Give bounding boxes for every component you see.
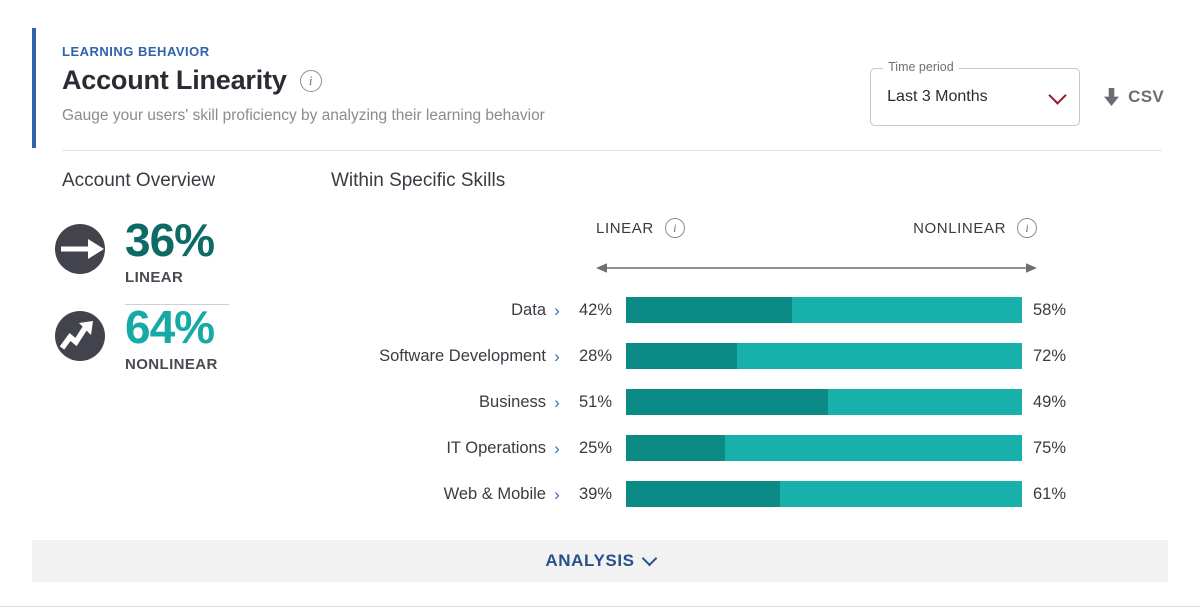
chart-bar-segment-nonlinear: [780, 481, 1022, 507]
chevron-right-icon[interactable]: ›: [546, 394, 568, 411]
chart-row[interactable]: Business › 51% 49%: [331, 383, 1121, 421]
csv-label: CSV: [1128, 87, 1164, 106]
chevron-right-icon[interactable]: ›: [546, 486, 568, 503]
chart-row-linear-value: 39%: [578, 484, 612, 503]
chart-bar-segment-linear: [626, 343, 737, 369]
chart-row[interactable]: IT Operations › 25% 75%: [331, 429, 1121, 467]
left-accent-bar: [32, 28, 36, 148]
account-overview: 36% LINEAR 64% NONLINEAR: [55, 214, 295, 374]
chart-bar-segment-nonlinear: [736, 343, 1022, 369]
axis-right-end: NONLINEAR i: [913, 218, 1037, 238]
chart-row-bar: [626, 343, 1022, 369]
straight-arrow-icon: [55, 222, 109, 276]
account-linearity-panel: LEARNING BEHAVIOR Account Linearity i Ga…: [0, 0, 1200, 615]
chart-row-nonlinear-value: 49%: [1033, 392, 1067, 411]
time-period-select[interactable]: Time period Last 3 Months: [870, 60, 1081, 126]
axis-left-end: LINEAR i: [596, 218, 685, 238]
time-period-legend: Time period: [883, 60, 959, 74]
analysis-label: ANALYSIS: [545, 551, 635, 570]
skills-linearity-chart: LINEAR i NONLINEAR i Data › 42% 58% Software…: [331, 218, 1121, 521]
chart-row-linear-value: 51%: [578, 392, 612, 411]
axis-left-label: LINEAR: [596, 219, 654, 237]
chart-bar-segment-nonlinear: [827, 389, 1022, 415]
chart-row-label: Web & Mobile: [443, 484, 546, 503]
chevron-down-icon: [641, 550, 657, 567]
chart-row[interactable]: Web & Mobile › 39% 61%: [331, 475, 1121, 513]
chart-row-linear-value: 42%: [578, 300, 612, 319]
chevron-right-icon[interactable]: ›: [546, 440, 568, 457]
stat-nonlinear: 64% NONLINEAR: [55, 301, 295, 374]
axis-right-label: NONLINEAR: [913, 219, 1006, 237]
chart-row-nonlinear-value: 61%: [1033, 484, 1067, 503]
eyebrow-label: LEARNING BEHAVIOR: [62, 44, 210, 59]
chart-row[interactable]: Data › 42% 58%: [331, 291, 1121, 329]
chart-row-label: Software Development: [379, 346, 546, 365]
chart-row-linear-value: 28%: [578, 346, 612, 365]
bottom-divider: [0, 606, 1200, 607]
chevron-right-icon[interactable]: ›: [546, 302, 568, 319]
chart-row-label: IT Operations: [446, 438, 546, 457]
axis-header: LINEAR i NONLINEAR i: [596, 218, 1037, 248]
chart-bar-segment-linear: [626, 297, 793, 323]
time-period-select-box[interactable]: Last 3 Months: [870, 68, 1081, 126]
stat-nonlinear-body: 64% NONLINEAR: [125, 301, 218, 374]
chart-bar-segment-linear: [626, 435, 725, 461]
chart-row-bar: [626, 481, 1022, 507]
chart-row-nonlinear-value: 75%: [1033, 438, 1067, 457]
stat-linear-label: LINEAR: [125, 269, 184, 287]
info-icon[interactable]: i: [1017, 218, 1037, 238]
chart-bar-segment-nonlinear: [792, 297, 1022, 323]
double-headed-arrow-icon: [596, 261, 1037, 275]
chart-rows: Data › 42% 58% Software Development › 28% 72% Bu…: [331, 291, 1121, 513]
chart-row-nonlinear-value: 58%: [1033, 300, 1067, 319]
chart-row[interactable]: Software Development › 28% 72%: [331, 337, 1121, 375]
chevron-right-icon[interactable]: ›: [546, 348, 568, 365]
chart-bar-segment-linear: [626, 481, 781, 507]
stat-linear: 36% LINEAR: [55, 214, 295, 287]
chart-row-label: Business: [479, 392, 546, 411]
chart-row-linear-value: 25%: [578, 438, 612, 457]
csv-download-button[interactable]: CSV: [1104, 87, 1164, 107]
time-period-value: Last 3 Months: [887, 88, 988, 105]
analysis-toggle-button[interactable]: ANALYSIS: [32, 540, 1168, 582]
stat-linear-value: 36%: [125, 214, 215, 266]
stat-nonlinear-value: 64%: [125, 301, 215, 354]
chart-row-bar: [626, 435, 1022, 461]
info-icon[interactable]: i: [299, 69, 322, 92]
zigzag-arrow-icon: [55, 309, 109, 363]
chart-row-nonlinear-value: 72%: [1033, 346, 1067, 365]
chart-bar-segment-linear: [626, 389, 828, 415]
chart-row-label: Data: [511, 300, 546, 319]
page-title: Account Linearity: [62, 65, 287, 95]
within-specific-skills-heading: Within Specific Skills: [331, 170, 506, 191]
top-controls: Time period Last 3 Months CSV: [870, 60, 1164, 126]
stat-nonlinear-label: NONLINEAR: [125, 356, 218, 374]
header-divider: [62, 150, 1162, 151]
account-overview-heading: Account Overview: [62, 170, 216, 191]
chart-row-bar: [626, 297, 1022, 323]
stat-linear-body: 36% LINEAR: [125, 214, 215, 287]
chart-bar-segment-nonlinear: [725, 435, 1022, 461]
info-icon[interactable]: i: [664, 218, 685, 238]
chart-row-bar: [626, 389, 1022, 415]
download-arrow-icon: [1104, 87, 1120, 106]
